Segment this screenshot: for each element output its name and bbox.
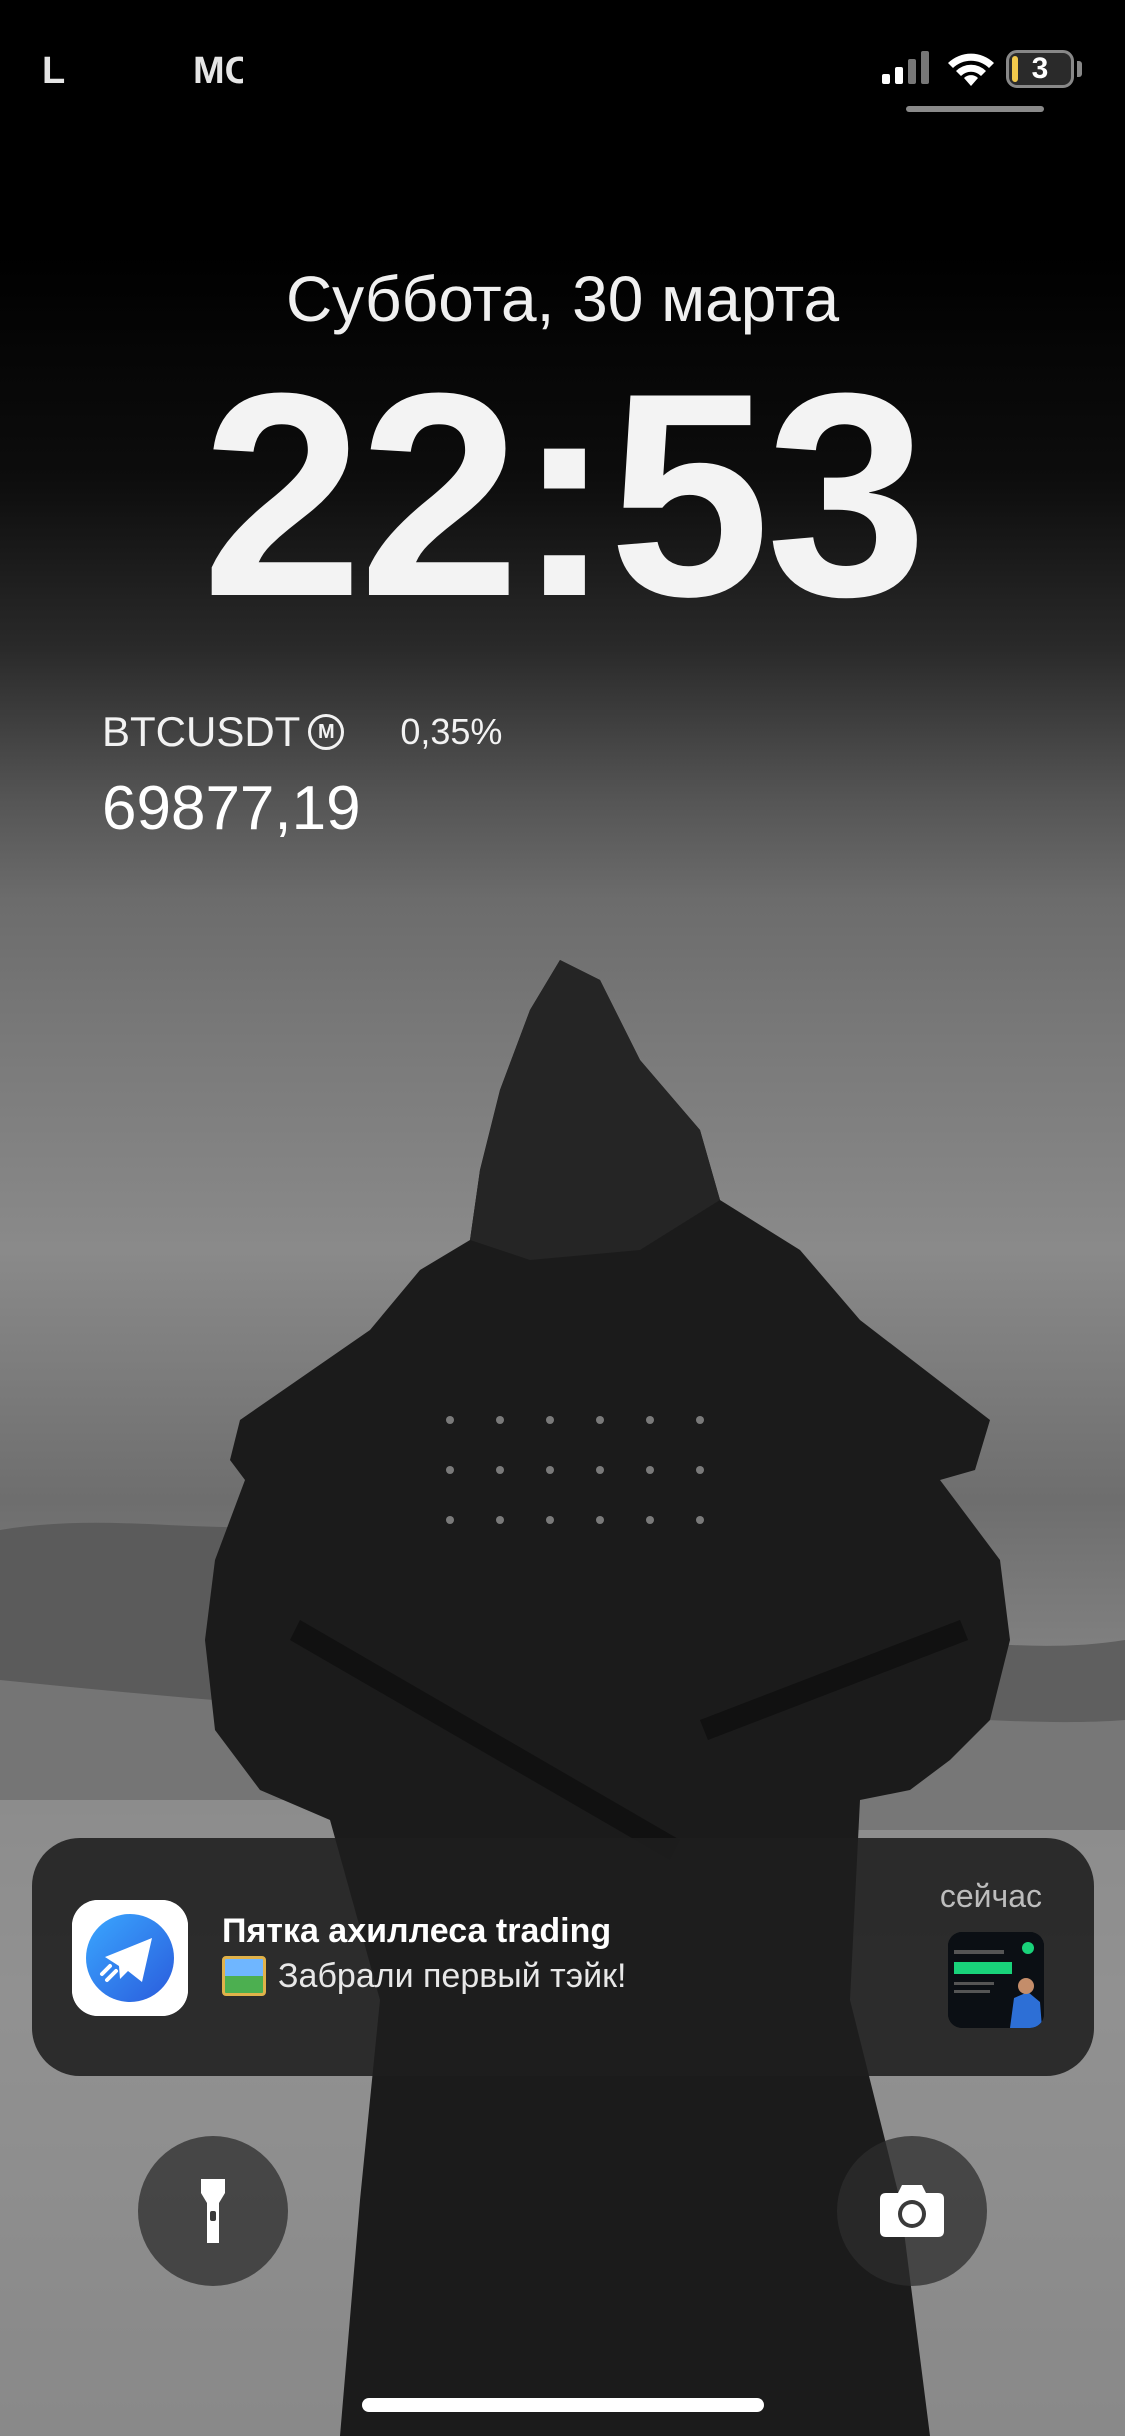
ticker-header: BTCUSDT M 0,35%	[102, 705, 562, 759]
lock-date: Суббота, 30 марта	[285, 263, 840, 335]
notification-card[interactable]: Пятка ахиллеса trading Забрали первый тэ…	[32, 1838, 1094, 2076]
carrier-label: L	[42, 50, 66, 92]
notification-thumbnail	[948, 1932, 1044, 2028]
framed-picture-icon	[222, 1956, 266, 1996]
flashlight-button[interactable]	[138, 2136, 288, 2286]
ticker-change: 0,35%	[400, 711, 503, 752]
notification-time: сейчас	[939, 1878, 1042, 1914]
notification-message: Забрали первый тэйк!	[278, 1956, 627, 1995]
status-bar: L MC 3	[0, 0, 1125, 130]
lock-clock: 22:53	[201, 333, 928, 657]
carrier-name: MC	[193, 50, 243, 92]
notification-body: Забрали первый тэйк!	[222, 1956, 626, 1996]
telegram-icon	[72, 1900, 188, 2016]
control-center-indicator[interactable]	[906, 106, 1044, 112]
flashlight-icon	[201, 2179, 225, 2243]
battery-cap	[1077, 61, 1082, 77]
lock-screen: L MC 3 Суббота, 30 марта 22:53 BTCUSDT M…	[0, 0, 1125, 2436]
ticker-symbol: BTCUSDT	[102, 708, 301, 755]
signal-icon	[882, 51, 929, 84]
battery-icon: 3	[1006, 50, 1074, 88]
camera-icon	[880, 2185, 944, 2237]
camera-button[interactable]	[837, 2136, 987, 2286]
exchange-badge-icon: M	[308, 714, 345, 750]
home-indicator[interactable]	[362, 2398, 764, 2412]
crypto-ticker-widget[interactable]: BTCUSDT M 0,35% 69877,19	[102, 705, 562, 845]
notification-title: Пятка ахиллеса trading	[222, 1912, 612, 1950]
ticker-price: 69877,19	[102, 774, 361, 843]
battery-percentage: 3	[1031, 52, 1049, 85]
wifi-icon	[948, 53, 994, 86]
